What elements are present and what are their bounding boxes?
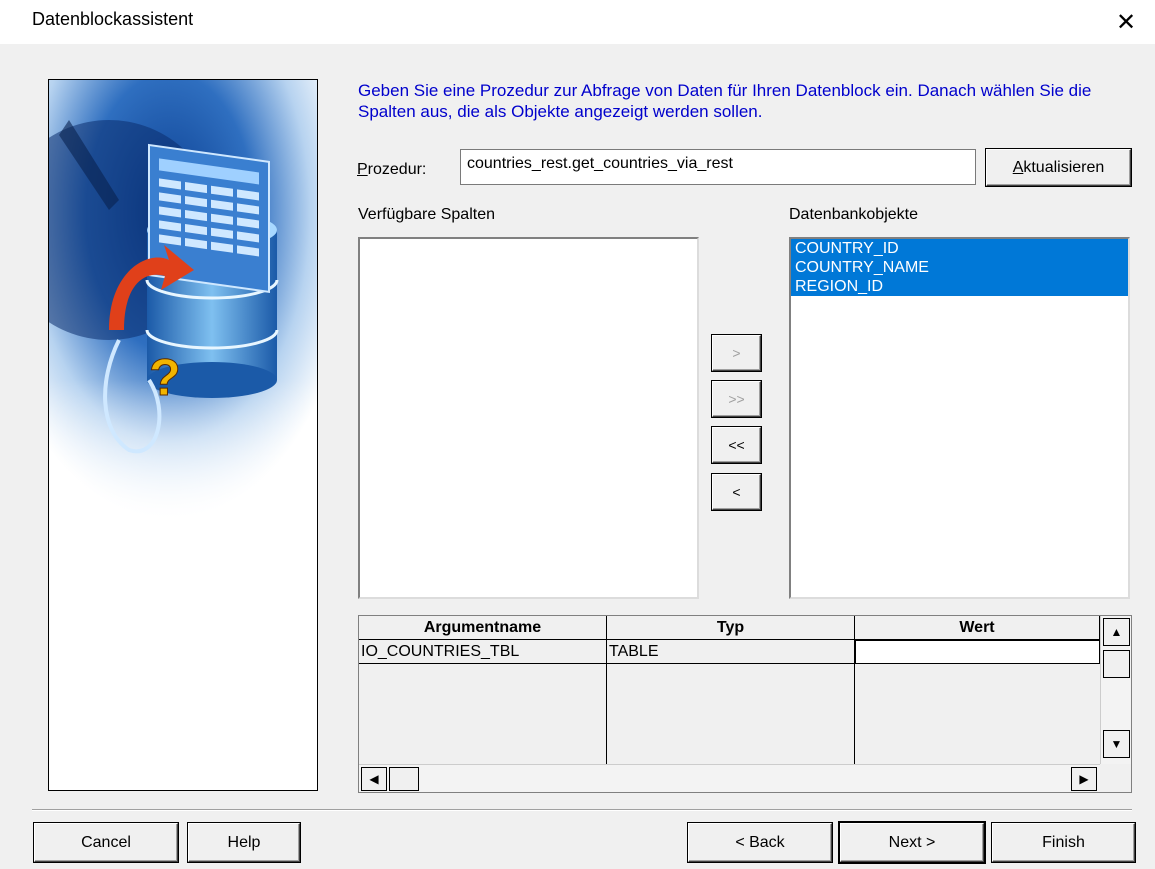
table-row[interactable]: IO_COUNTRIES_TBL TABLE — [359, 640, 1100, 664]
database-objects-label: Datenbankobjekte — [789, 206, 918, 223]
footer-separator — [32, 809, 1132, 811]
column-header-wert[interactable]: Wert — [855, 616, 1100, 640]
title-bar: Datenblockassistent ✕ — [0, 0, 1155, 44]
column-header-argumentname[interactable]: Argumentname — [359, 616, 607, 640]
scroll-thumb-horizontal[interactable] — [389, 767, 419, 791]
scroll-up-icon[interactable]: ▲ — [1103, 618, 1130, 646]
available-columns-label: Verfügbare Spalten — [358, 206, 495, 223]
move-one-left-button[interactable]: < — [712, 474, 761, 510]
wizard-illustration-svg: ? — [49, 80, 317, 530]
help-button[interactable]: Help — [188, 823, 300, 862]
arguments-grid[interactable]: Argumentname Typ Wert IO_COUNTRIES_TBL T… — [358, 615, 1132, 793]
move-all-right-button[interactable]: >> — [712, 381, 761, 417]
procedure-label-rest: rozedur: — [367, 161, 427, 178]
back-button[interactable]: < Back — [688, 823, 832, 862]
cancel-button[interactable]: Cancel — [34, 823, 178, 862]
close-icon[interactable]: ✕ — [1106, 4, 1146, 40]
move-all-left-button[interactable]: << — [712, 427, 761, 463]
finish-button[interactable]: Finish — [992, 823, 1135, 862]
list-item[interactable]: REGION_ID — [791, 277, 1128, 296]
scroll-down-icon[interactable]: ▼ — [1103, 730, 1130, 758]
scroll-thumb[interactable] — [1103, 650, 1130, 678]
scroll-right-icon[interactable]: ▶ — [1071, 767, 1097, 791]
argument-name-cell: IO_COUNTRIES_TBL — [361, 643, 520, 660]
instruction-text: Geben Sie eine Prozedur zur Abfrage von … — [358, 81, 1092, 121]
procedure-input[interactable]: countries_rest.get_countries_via_rest — [460, 149, 976, 185]
svg-text:?: ? — [149, 349, 181, 407]
list-item[interactable]: COUNTRY_ID — [791, 239, 1128, 258]
list-item[interactable]: COUNTRY_NAME — [791, 258, 1128, 277]
database-objects-list[interactable]: COUNTRY_ID COUNTRY_NAME REGION_ID — [789, 237, 1130, 599]
wizard-illustration: ? — [48, 79, 318, 791]
argument-type-cell: TABLE — [609, 643, 659, 660]
available-columns-list[interactable] — [358, 237, 699, 599]
procedure-label: Prozedur: — [357, 161, 426, 179]
column-header-typ[interactable]: Typ — [607, 616, 855, 640]
refresh-mnemonic: A — [1012, 158, 1024, 176]
next-button[interactable]: Next > — [840, 823, 984, 862]
window-title: Datenblockassistent — [32, 9, 194, 29]
procedure-label-mnemonic: P — [357, 161, 368, 178]
scroll-left-icon[interactable]: ◀ — [361, 767, 387, 791]
move-one-right-button[interactable]: > — [712, 335, 761, 371]
refresh-button[interactable]: Aktualisieren — [986, 149, 1131, 186]
argument-value-cell[interactable] — [855, 640, 1100, 664]
refresh-label-rest: ktualisieren — [1023, 158, 1105, 176]
horizontal-scrollbar[interactable]: ◀ ▶ — [359, 764, 1100, 792]
vertical-scrollbar[interactable]: ▲ ▼ — [1100, 616, 1131, 764]
